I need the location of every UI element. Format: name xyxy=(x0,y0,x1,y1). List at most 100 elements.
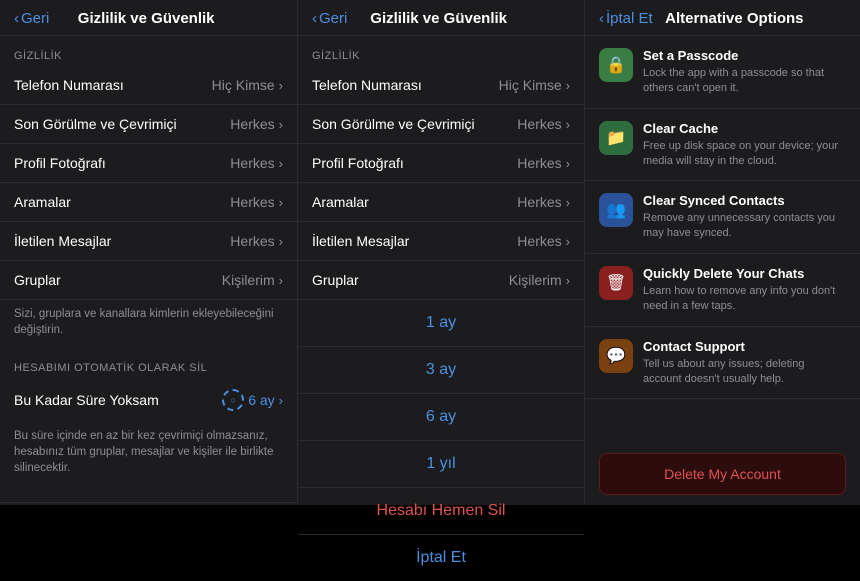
chevron-icon: › xyxy=(566,234,570,249)
p2-groups-row[interactable]: Gruplar Kişilerim › xyxy=(298,261,584,300)
p2-phone-row[interactable]: Telefon Numarası Hiç Kimse › xyxy=(298,66,584,105)
auto-delete-description: Bu süre içinde en az bir kez çevrimiçi o… xyxy=(0,422,297,486)
support-icon: 💬 xyxy=(599,339,633,373)
panel1-back-label: Geri xyxy=(21,10,49,27)
contact-support-text: Contact Support Tell us about any issues… xyxy=(643,339,846,387)
delete-chats-title: Quickly Delete Your Chats xyxy=(643,266,846,281)
p2-profile-label: Profil Fotoğrafı xyxy=(312,155,404,171)
phone-number-value: Hiç Kimse › xyxy=(212,77,283,93)
clear-contacts-text: Clear Synced Contacts Remove any unneces… xyxy=(643,193,846,241)
chevron-icon: › xyxy=(279,195,283,210)
chevron-icon: › xyxy=(279,156,283,171)
panel3-nav: ‹ İptal Et Alternative Options xyxy=(585,0,860,36)
clear-cache-text: Clear Cache Free up disk space on your d… xyxy=(643,121,846,169)
calls-value: Herkes › xyxy=(230,194,283,210)
p2-last-seen-value: Herkes › xyxy=(517,116,570,132)
groups-row[interactable]: Gruplar Kişilerim › xyxy=(0,261,297,300)
forwarded-label: İletilen Mesajlar xyxy=(14,233,111,249)
clear-cache-desc: Free up disk space on your device; your … xyxy=(643,139,846,169)
chevron-icon: › xyxy=(279,393,283,408)
set-passcode-text: Set a Passcode Lock the app with a passc… xyxy=(643,48,846,96)
p2-phone-label: Telefon Numarası xyxy=(312,77,422,93)
set-passcode-desc: Lock the app with a passcode so that oth… xyxy=(643,66,846,96)
privacy-section-label: GİZLİLİK xyxy=(0,36,297,66)
chevron-icon: › xyxy=(566,273,570,288)
chevron-icon: › xyxy=(566,156,570,171)
panel2-privacy-label: GİZLİLİK xyxy=(298,36,584,66)
panel3-back-label: İptal Et xyxy=(606,10,653,27)
p2-phone-value: Hiç Kimse › xyxy=(499,77,570,93)
forwarded-value: Herkes › xyxy=(230,233,283,249)
contact-support-option[interactable]: 💬 Contact Support Tell us about any issu… xyxy=(585,327,860,400)
chevron-icon: › xyxy=(279,78,283,93)
clear-cache-option[interactable]: 📁 Clear Cache Free up disk space on your… xyxy=(585,109,860,182)
profile-photo-value: Herkes › xyxy=(230,155,283,171)
time-option-1month[interactable]: 1 ay xyxy=(298,300,584,347)
p2-forwarded-row[interactable]: İletilen Mesajlar Herkes › xyxy=(298,222,584,261)
panel-privacy-settings: ‹ Geri Gizlilik ve Güvenlik GİZLİLİK Tel… xyxy=(0,0,298,505)
p2-groups-value: Kişilerim › xyxy=(509,272,570,288)
forwarded-messages-row[interactable]: İletilen Mesajlar Herkes › xyxy=(0,222,297,261)
panel1-back-button[interactable]: ‹ Geri xyxy=(14,10,49,27)
calls-label: Aramalar xyxy=(14,194,71,210)
time-option-3months[interactable]: 3 ay xyxy=(298,347,584,394)
phone-number-label: Telefon Numarası xyxy=(14,77,124,93)
delete-account-immediately-button[interactable]: Hesabı Hemen Sil xyxy=(298,488,584,535)
p2-last-seen-label: Son Görülme ve Çevrimiçi xyxy=(312,116,475,132)
panel2-back-button[interactable]: ‹ Geri xyxy=(312,10,347,27)
time-option-1year[interactable]: 1 yıl xyxy=(298,441,584,488)
delete-my-account-button[interactable]: Delete My Account xyxy=(599,453,846,495)
groups-value: Kişilerim › xyxy=(222,272,283,288)
contacts-icon: 👥 xyxy=(599,193,633,227)
auto-delete-section-label: HESABIMI OTOMATİK OLARAK SİL xyxy=(0,348,297,378)
cancel-button[interactable]: İptal Et xyxy=(298,535,584,581)
panel1-nav: ‹ Geri Gizlilik ve Güvenlik xyxy=(0,0,297,36)
clear-contacts-title: Clear Synced Contacts xyxy=(643,193,846,208)
last-seen-label: Son Görülme ve Çevrimiçi xyxy=(14,116,177,132)
set-passcode-option[interactable]: 🔒 Set a Passcode Lock the app with a pas… xyxy=(585,36,860,109)
p2-last-seen-row[interactable]: Son Görülme ve Çevrimiçi Herkes › xyxy=(298,105,584,144)
lock-icon: 🔒 xyxy=(599,48,633,82)
panel3-title: Alternative Options xyxy=(653,10,816,27)
contact-support-desc: Tell us about any issues; deleting accou… xyxy=(643,357,846,387)
p2-profile-row[interactable]: Profil Fotoğrafı Herkes › xyxy=(298,144,584,183)
chevron-left-icon: ‹ xyxy=(312,10,317,27)
p2-calls-value: Herkes › xyxy=(517,194,570,210)
auto-delete-label: Bu Kadar Süre Yoksam xyxy=(14,392,159,408)
p2-calls-label: Aramalar xyxy=(312,194,369,210)
panel-alternative-options: ‹ İptal Et Alternative Options 🔒 Set a P… xyxy=(585,0,860,505)
cache-icon: 📁 xyxy=(599,121,633,155)
delete-chats-text: Quickly Delete Your Chats Learn how to r… xyxy=(643,266,846,314)
last-seen-row[interactable]: Son Görülme ve Çevrimiçi Herkes › xyxy=(0,105,297,144)
p2-groups-label: Gruplar xyxy=(312,272,359,288)
groups-description: Sizi, gruplara ve kanallara kimlerin ekl… xyxy=(0,300,297,348)
panel3-back-button[interactable]: ‹ İptal Et xyxy=(599,10,653,27)
auto-delete-value: ○ 6 ay › xyxy=(222,389,283,411)
clear-cache-title: Clear Cache xyxy=(643,121,846,136)
p2-calls-row[interactable]: Aramalar Herkes › xyxy=(298,183,584,222)
delete-chats-icon: 🗑 xyxy=(599,266,633,300)
panel2-nav: ‹ Geri Gizlilik ve Güvenlik xyxy=(298,0,584,36)
clear-contacts-desc: Remove any unnecessary contacts you may … xyxy=(643,211,846,241)
chevron-icon: › xyxy=(279,234,283,249)
panel2-title: Gizlilik ve Güvenlik xyxy=(347,10,530,27)
groups-label: Gruplar xyxy=(14,272,61,288)
panel1-title: Gizlilik ve Güvenlik xyxy=(49,10,243,27)
p2-profile-value: Herkes › xyxy=(517,155,570,171)
time-option-6months[interactable]: 6 ay xyxy=(298,394,584,441)
set-passcode-title: Set a Passcode xyxy=(643,48,846,63)
auto-delete-row[interactable]: Bu Kadar Süre Yoksam ○ 6 ay › xyxy=(0,378,297,422)
chevron-icon: › xyxy=(566,78,570,93)
panel-auto-delete-options: ‹ Geri Gizlilik ve Güvenlik GİZLİLİK Tel… xyxy=(298,0,585,505)
time-options-container: 1 ay 3 ay 6 ay 1 yıl Hesabı Hemen Sil xyxy=(298,300,584,535)
chevron-icon: › xyxy=(566,195,570,210)
profile-photo-row[interactable]: Profil Fotoğrafı Herkes › xyxy=(0,144,297,183)
phone-number-row[interactable]: Telefon Numarası Hiç Kimse › xyxy=(0,66,297,105)
delete-chats-option[interactable]: 🗑 Quickly Delete Your Chats Learn how to… xyxy=(585,254,860,327)
chevron-left-icon: ‹ xyxy=(599,10,604,27)
p2-forwarded-value: Herkes › xyxy=(517,233,570,249)
chevron-icon: › xyxy=(279,117,283,132)
chevron-icon: › xyxy=(566,117,570,132)
calls-row[interactable]: Aramalar Herkes › xyxy=(0,183,297,222)
clear-contacts-option[interactable]: 👥 Clear Synced Contacts Remove any unnec… xyxy=(585,181,860,254)
